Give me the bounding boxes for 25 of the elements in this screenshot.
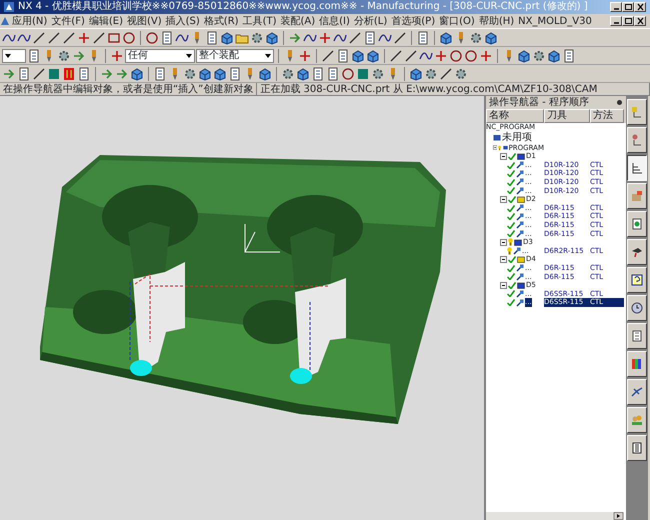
menu-item[interactable]: 视图(V) [124, 14, 164, 28]
menu-item[interactable]: 分析(L) [352, 14, 390, 28]
menu-item[interactable]: 编辑(E) [86, 14, 125, 28]
column-header[interactable]: 刀具 [544, 109, 590, 123]
menu-item[interactable]: 窗口(O) [437, 14, 477, 28]
menu-item[interactable]: 应用(N) [10, 14, 50, 28]
tree-row[interactable]: 未用项 [486, 132, 626, 144]
menu-item[interactable]: 格式(R) [202, 14, 241, 28]
navigator-title: 操作导航器 - 程序顺序 [489, 96, 589, 109]
menu-item[interactable]: 插入(S) [164, 14, 202, 28]
menu-item[interactable]: 装配(A) [278, 14, 318, 28]
column-header[interactable]: 方法 [590, 109, 624, 123]
filter-dropdown[interactable]: 任何 [125, 48, 195, 62]
status-prompt: 在操作导航器中编辑对象，或者是使用“插入”创建新对象 [0, 83, 258, 95]
menu-item[interactable]: NX_MOLD_V30 [516, 14, 594, 28]
menu-item[interactable]: 帮助(H) [476, 14, 516, 28]
menu-item[interactable]: 工具(T) [240, 14, 278, 28]
filter-dropdown[interactable]: 整个装配 [196, 48, 274, 62]
window-title: NX 4 - 优胜模具职业培训学校※※0769-85012860※※www.ycog.com※※ - Manufacturing - [308-CUR-CNC.prt (修改的) ] [18, 0, 589, 14]
menu-item[interactable]: 文件(F) [49, 14, 87, 28]
tree-item-label: 未用项 [502, 132, 532, 144]
column-header[interactable]: 名称 [486, 109, 544, 123]
menu-item[interactable]: 信息(I) [317, 14, 352, 28]
status-message: 正在加载 308-CUR-CNC.prt 从 E:\www.ycog.com\CAM\ZF10-308\CAM [257, 83, 650, 95]
menu-item[interactable]: 首选项(P) [389, 14, 438, 28]
